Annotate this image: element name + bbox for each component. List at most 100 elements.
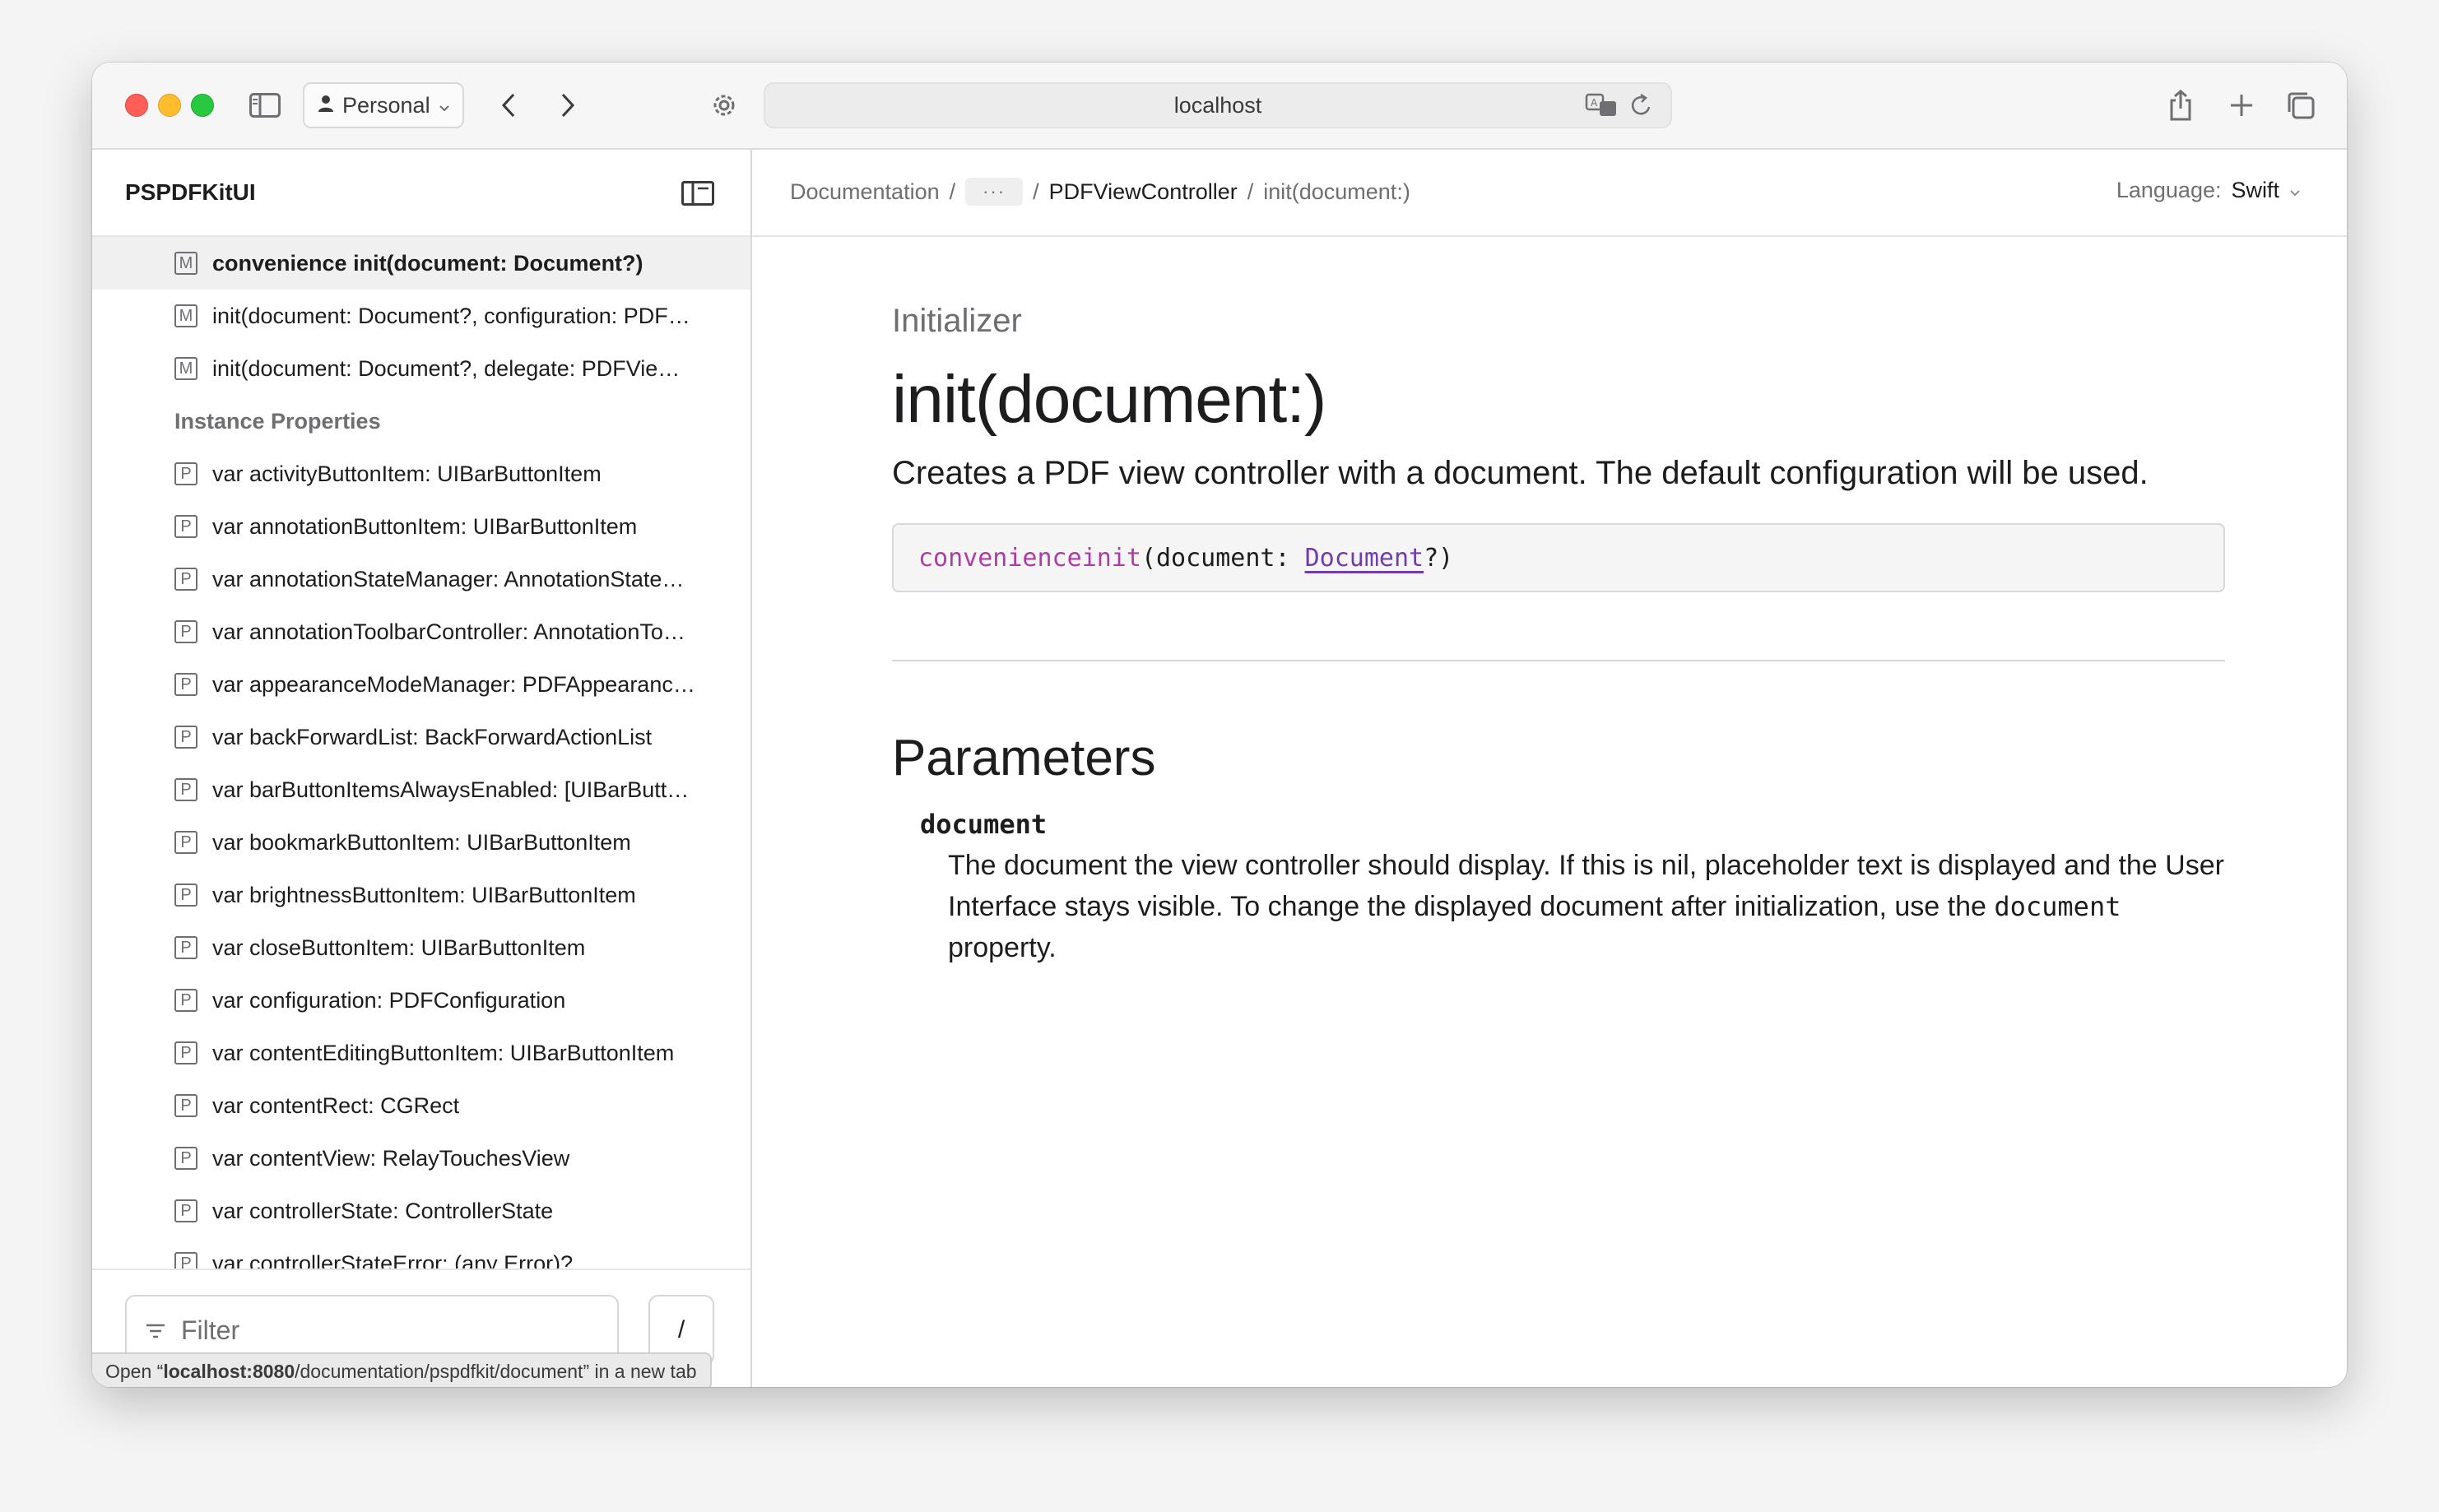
sidebar-item-property[interactable]: Pvar bookmarkButtonItem: UIBarButtonItem	[92, 816, 750, 869]
sidebar-list[interactable]: M convenience init(document: Document?) …	[92, 237, 750, 1303]
sidebar-item-property[interactable]: Pvar configuration: PDFConfiguration	[92, 974, 750, 1027]
sidebar-item-label: var activityButtonItem: UIBarButtonItem	[212, 461, 602, 486]
breadcrumb-bar: Documentation / ··· / PDFViewController …	[752, 150, 2347, 237]
language-value: Swift	[2231, 178, 2279, 202]
browser-window: Personal localhost A PSPDFKitUI M conven…	[92, 63, 2347, 1387]
translate-icon[interactable]: A	[1585, 92, 1618, 124]
sidebar-item-property[interactable]: Pvar controllerState: ControllerState	[92, 1185, 750, 1237]
sidebar-item-label: init(document: Document?, delegate: PDFV…	[212, 355, 681, 381]
breadcrumb-pdfviewcontroller[interactable]: PDFViewController	[1049, 179, 1238, 205]
sidebar-item-label: var annotationStateManager: AnnotationSt…	[212, 566, 685, 591]
language-switcher[interactable]: Language: Swift	[2116, 178, 2301, 203]
sidebar-header: PSPDFKitUI	[92, 150, 750, 237]
sidebar-item-method[interactable]: M init(document: Document?, delegate: PD…	[92, 342, 750, 395]
svg-text:A: A	[1591, 97, 1598, 109]
profile-switcher[interactable]: Personal	[303, 82, 464, 128]
sidebar-item-method[interactable]: M init(document: Document?, configuratio…	[92, 290, 750, 342]
sidebar-item-property[interactable]: Pvar annotationButtonItem: UIBarButtonIt…	[92, 500, 750, 553]
property-icon: P	[174, 620, 197, 643]
sidebar-item-label: var configuration: PDFConfiguration	[212, 987, 566, 1013]
property-icon: P	[174, 1199, 197, 1222]
breadcrumb-more-button[interactable]: ···	[965, 178, 1024, 206]
close-window-button[interactable]	[125, 94, 148, 117]
new-tab-icon[interactable]	[2223, 87, 2260, 123]
sidebar-item-property[interactable]: Pvar appearanceModeManager: PDFAppearanc…	[92, 658, 750, 711]
abstract: Creates a PDF view controller with a doc…	[892, 455, 2149, 491]
property-icon: P	[174, 1094, 197, 1117]
status-path: /documentation/pspdfkit/document	[295, 1360, 583, 1382]
parameters-heading: Parameters	[892, 730, 1156, 786]
person-icon	[318, 93, 334, 118]
sidebar-item-method[interactable]: M convenience init(document: Document?)	[92, 237, 750, 290]
sidebar-item-property[interactable]: Pvar contentView: RelayTouchesView	[92, 1132, 750, 1185]
property-icon: P	[174, 515, 197, 538]
sidebar-item-property[interactable]: Pvar brightnessButtonItem: UIBarButtonIt…	[92, 869, 750, 921]
minimize-window-button[interactable]	[158, 94, 181, 117]
method-icon: M	[174, 357, 197, 380]
property-icon: P	[174, 884, 197, 907]
sidebar-title: PSPDFKitUI	[125, 179, 256, 205]
profile-label: Personal	[342, 92, 430, 118]
decl-close: ?)	[1424, 543, 1454, 573]
page-title: init(document:)	[892, 362, 1326, 437]
sidebar-item-property[interactable]: Pvar barButtonItemsAlwaysEnabled: [UIBar…	[92, 763, 750, 816]
address-bar[interactable]: localhost A	[764, 82, 1672, 128]
sidebar-item-label: var brightnessButtonItem: UIBarButtonIte…	[212, 882, 636, 907]
share-icon[interactable]	[2163, 87, 2199, 123]
chevron-down-icon	[2289, 178, 2301, 203]
decl-params: (document:	[1141, 543, 1305, 573]
section-divider	[892, 660, 2225, 661]
sidebar-section-title: Instance Properties	[174, 408, 381, 434]
navigator-sidebar: PSPDFKitUI M convenience init(document: …	[92, 150, 752, 1387]
method-icon: M	[174, 252, 197, 275]
zoom-window-button[interactable]	[191, 94, 214, 117]
sidebar-collapse-icon[interactable]	[681, 181, 714, 210]
property-icon: P	[174, 673, 197, 696]
declaration-block: convenience init (document: Document?)	[892, 523, 2225, 592]
parameter-description: The document the view controller should …	[948, 845, 2232, 968]
status-text: Open “	[105, 1360, 164, 1382]
sidebar-item-property[interactable]: Pvar annotationToolbarController: Annota…	[92, 605, 750, 658]
forward-icon[interactable]	[550, 87, 586, 123]
sidebar-item-property[interactable]: Pvar activityButtonItem: UIBarButtonItem	[92, 448, 750, 500]
language-label: Language:	[2116, 178, 2222, 202]
sidebar-item-property[interactable]: Pvar annotationStateManager: AnnotationS…	[92, 553, 750, 605]
browser-toolbar: Personal localhost A	[92, 63, 2347, 150]
sidebar-item-property[interactable]: Pvar contentEditingButtonItem: UIBarButt…	[92, 1027, 750, 1079]
link-status-bar: Open “localhost:8080/documentation/pspdf…	[92, 1352, 712, 1387]
property-icon: P	[174, 989, 197, 1012]
sidebar-item-label: init(document: Document?, configuration:…	[212, 303, 690, 328]
back-icon[interactable]	[490, 87, 527, 123]
sidebar-item-label: var contentView: RelayTouchesView	[212, 1145, 570, 1171]
reload-icon[interactable]	[1629, 92, 1654, 124]
gear-icon[interactable]	[706, 87, 742, 123]
chevron-down-icon	[439, 93, 450, 118]
decl-type-link[interactable]: Document	[1305, 544, 1424, 573]
breadcrumb: Documentation / ··· / PDFViewController …	[790, 178, 1410, 206]
symbol-kind: Initializer	[892, 303, 1022, 339]
tab-overview-icon[interactable]	[2283, 87, 2319, 123]
sidebar-toggle-icon[interactable]	[247, 87, 283, 123]
sidebar-item-label: var contentRect: CGRect	[212, 1092, 460, 1118]
breadcrumb-separator: /	[1033, 179, 1039, 204]
sidebar-item-label: var controllerState: ControllerState	[212, 1198, 554, 1223]
sidebar-item-label: var barButtonItemsAlwaysEnabled: [UIBarB…	[212, 777, 690, 802]
status-host: localhost:8080	[163, 1360, 295, 1382]
sidebar-item-property[interactable]: Pvar closeButtonItem: UIBarButtonItem	[92, 921, 750, 974]
property-icon: P	[174, 778, 197, 801]
address-text: localhost	[1173, 92, 1262, 118]
property-icon: P	[174, 936, 197, 959]
documentation-main: Documentation / ··· / PDFViewController …	[752, 150, 2347, 1387]
sidebar-item-property[interactable]: Pvar backForwardList: BackForwardActionL…	[92, 711, 750, 763]
sidebar-item-label: var annotationButtonItem: UIBarButtonIte…	[212, 513, 638, 539]
filter-icon	[145, 1315, 166, 1346]
filter-placeholder: Filter	[181, 1315, 240, 1345]
sidebar-item-label: var backForwardList: BackForwardActionLi…	[212, 724, 653, 749]
sidebar-item-label: var closeButtonItem: UIBarButtonItem	[212, 935, 586, 960]
sidebar-item-label: var appearanceModeManager: PDFAppearanc…	[212, 671, 695, 697]
param-desc-text: property.	[948, 932, 1057, 963]
breadcrumb-separator: /	[1247, 179, 1254, 204]
breadcrumb-documentation[interactable]: Documentation	[790, 179, 940, 205]
property-icon: P	[174, 1041, 197, 1064]
sidebar-item-property[interactable]: Pvar contentRect: CGRect	[92, 1079, 750, 1132]
